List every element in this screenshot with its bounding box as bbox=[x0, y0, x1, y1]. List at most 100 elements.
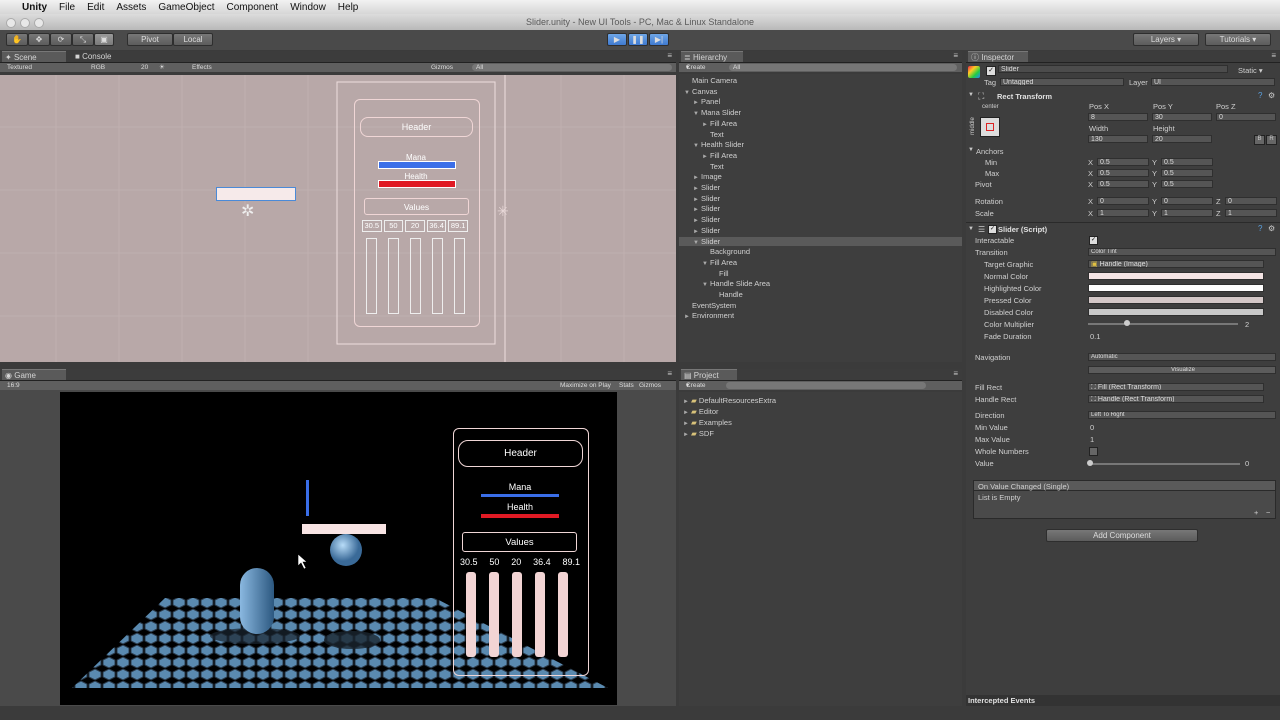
layer-dropdown[interactable]: UI bbox=[1151, 78, 1275, 86]
pivot-y-input[interactable]: 0.5 bbox=[1161, 180, 1213, 188]
project-folder[interactable]: ► ▰ DefaultResourcesExtra bbox=[683, 396, 776, 405]
layout-dropdown[interactable]: Tutorials ▾ bbox=[1205, 33, 1271, 46]
direction-dropdown[interactable]: Left To Right bbox=[1088, 411, 1276, 419]
navigation-dropdown[interactable]: Automatic bbox=[1088, 353, 1276, 361]
rotation-z-input[interactable]: 0 bbox=[1225, 197, 1277, 205]
hierarchy-search-input[interactable]: All bbox=[729, 64, 957, 71]
hierarchy-create-dropdown[interactable]: Create ▾ bbox=[686, 63, 706, 72]
expand-arrow-icon[interactable]: ► bbox=[693, 186, 701, 192]
remove-event-button[interactable]: − bbox=[1266, 508, 1270, 517]
expand-arrow-icon[interactable]: ► bbox=[683, 410, 689, 416]
value-slider-handle[interactable] bbox=[1087, 460, 1093, 466]
gizmos-dropdown[interactable]: Gizmos bbox=[431, 63, 453, 72]
expand-arrow-icon[interactable]: ▼ bbox=[693, 111, 701, 117]
add-component-button[interactable]: Add Component bbox=[1046, 529, 1198, 542]
settings-gear-icon[interactable]: ⚙ bbox=[1268, 91, 1275, 100]
color-mode-dropdown[interactable]: RGB bbox=[91, 63, 105, 72]
disabled-color-picker[interactable] bbox=[1088, 308, 1264, 316]
pause-button[interactable]: ❚❚ bbox=[628, 33, 648, 46]
play-button[interactable]: ▶ bbox=[607, 33, 627, 46]
aspect-dropdown[interactable]: 16:9 bbox=[7, 381, 20, 390]
pos-z-input[interactable]: 0 bbox=[1216, 113, 1276, 121]
game-vslider[interactable] bbox=[489, 572, 499, 657]
expand-arrow-icon[interactable]: ► bbox=[693, 207, 701, 213]
close-window-icon[interactable] bbox=[6, 18, 16, 28]
hierarchy-item[interactable]: Handle bbox=[679, 290, 962, 299]
game-vslider[interactable] bbox=[558, 572, 568, 657]
help-icon[interactable]: ? bbox=[1258, 224, 1262, 233]
anchor-max-x-input[interactable]: 0.5 bbox=[1097, 169, 1149, 177]
value-input[interactable]: 0 bbox=[1245, 459, 1249, 468]
hierarchy-item[interactable]: ▼ Slider bbox=[679, 236, 962, 246]
layers-dropdown[interactable]: Layers ▾ bbox=[1133, 33, 1199, 46]
tab-project[interactable]: ▤ Project bbox=[681, 369, 737, 380]
tab-inspector[interactable]: ⓘ Inspector bbox=[968, 51, 1028, 62]
scale-z-input[interactable]: 1 bbox=[1225, 209, 1277, 217]
game-vslider[interactable] bbox=[512, 572, 522, 657]
highlighted-color-picker[interactable] bbox=[1088, 284, 1264, 292]
project-create-dropdown[interactable]: Create ▾ bbox=[686, 381, 706, 390]
game-viewport[interactable]: Header Mana Health Values 30.5 50 20 36.… bbox=[60, 392, 617, 705]
hierarchy-item[interactable]: ▼ Health Slider bbox=[679, 140, 962, 149]
normal-color-picker[interactable] bbox=[1088, 272, 1264, 280]
expand-arrow-icon[interactable]: ► bbox=[683, 432, 689, 438]
expand-arrow-icon[interactable]: ► bbox=[684, 314, 692, 320]
hierarchy-item[interactable]: ► Fill Area bbox=[679, 119, 962, 128]
height-input[interactable]: 20 bbox=[1152, 135, 1212, 143]
panel-menu-icon[interactable]: ≡ bbox=[667, 369, 672, 378]
scale-tool-button[interactable]: ⤡ bbox=[72, 33, 94, 46]
menu-assets[interactable]: Assets bbox=[116, 2, 146, 13]
tab-hierarchy[interactable]: ≣ Hierarchy bbox=[681, 51, 743, 62]
hierarchy-item[interactable]: ▼ Mana Slider bbox=[679, 108, 962, 117]
menu-edit[interactable]: Edit bbox=[87, 2, 104, 13]
hierarchy-item[interactable]: ► Slider bbox=[679, 183, 962, 192]
anchor-presets-button[interactable] bbox=[980, 117, 1000, 137]
menu-file[interactable]: File bbox=[59, 2, 75, 13]
fill-rect-field[interactable]: ⛶ Fill (Rect Transform) bbox=[1088, 383, 1264, 391]
expand-arrow-icon[interactable]: ▼ bbox=[968, 226, 974, 232]
hierarchy-item[interactable]: ► Environment bbox=[679, 311, 962, 320]
scene-vslider[interactable] bbox=[410, 238, 421, 314]
width-input[interactable]: 130 bbox=[1088, 135, 1148, 143]
move-tool-button[interactable]: ✥ bbox=[28, 33, 50, 46]
expand-arrow-icon[interactable]: ▼ bbox=[968, 147, 974, 153]
game-vslider[interactable] bbox=[466, 572, 476, 657]
anchor-max-y-input[interactable]: 0.5 bbox=[1161, 169, 1213, 177]
value-slider[interactable] bbox=[1090, 463, 1240, 465]
panel-menu-icon[interactable]: ≡ bbox=[953, 51, 958, 60]
project-folder[interactable]: ► ▰ Editor bbox=[683, 407, 719, 416]
anchor-min-x-input[interactable]: 0.5 bbox=[1097, 158, 1149, 166]
color-multiplier-slider[interactable] bbox=[1088, 323, 1238, 325]
min-value-input[interactable]: 0 bbox=[1090, 423, 1094, 432]
hierarchy-item[interactable]: ► Panel bbox=[679, 97, 962, 106]
expand-arrow-icon[interactable]: ▼ bbox=[684, 90, 692, 96]
menu-help[interactable]: Help bbox=[338, 2, 359, 13]
menu-gameobject[interactable]: GameObject bbox=[158, 2, 214, 13]
visualize-button[interactable]: Visualize bbox=[1088, 366, 1276, 374]
hierarchy-item[interactable]: Text bbox=[679, 162, 962, 171]
render-mode-dropdown[interactable]: Textured bbox=[7, 63, 32, 72]
hierarchy-item[interactable]: ► Slider bbox=[679, 194, 962, 203]
expand-arrow-icon[interactable]: ▼ bbox=[702, 261, 710, 267]
expand-arrow-icon[interactable]: ▼ bbox=[693, 240, 701, 246]
scene-2d-toggle[interactable]: 20 bbox=[141, 63, 148, 72]
expand-arrow-icon[interactable]: ► bbox=[693, 229, 701, 235]
rect-tool-button[interactable]: ▣ bbox=[94, 33, 114, 46]
light-icon[interactable]: ☀ bbox=[159, 63, 165, 72]
handle-rect-field[interactable]: ⛶ Handle (Rect Transform) bbox=[1088, 395, 1264, 403]
tab-console[interactable]: ■ Console bbox=[72, 51, 136, 62]
help-icon[interactable]: ? bbox=[1258, 91, 1262, 100]
scene-view[interactable]: ✲ ✳ Header Mana Health Values 30.5 50 20… bbox=[0, 75, 676, 362]
expand-arrow-icon[interactable]: ► bbox=[693, 100, 701, 106]
menu-window[interactable]: Window bbox=[290, 2, 326, 13]
scene-vslider[interactable] bbox=[366, 238, 377, 314]
hierarchy-item[interactable]: ► Fill Area bbox=[679, 151, 962, 160]
blueprint-mode-button[interactable]: B bbox=[1254, 135, 1265, 145]
maximize-on-play-toggle[interactable]: Maximize on Play bbox=[560, 381, 611, 390]
scale-y-input[interactable]: 1 bbox=[1161, 209, 1213, 217]
scene-vslider[interactable] bbox=[432, 238, 443, 314]
expand-arrow-icon[interactable]: ▼ bbox=[968, 92, 974, 98]
project-search-input[interactable] bbox=[726, 382, 926, 389]
hierarchy-item[interactable]: ► Slider bbox=[679, 204, 962, 213]
expand-arrow-icon[interactable]: ► bbox=[702, 122, 710, 128]
